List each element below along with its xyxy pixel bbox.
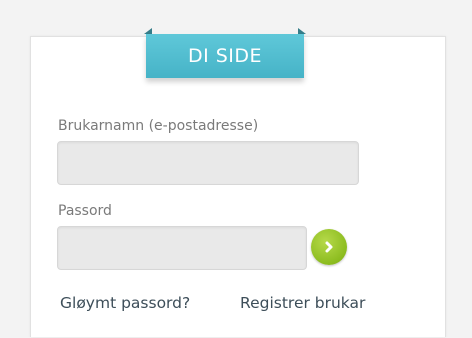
username-label: Brukarnamn (e-postadresse): [58, 118, 259, 134]
register-link[interactable]: Registrer brukar: [240, 294, 365, 312]
chevron-right-icon: [325, 241, 333, 253]
submit-button[interactable]: [311, 229, 347, 265]
forgot-password-link[interactable]: Gløymt passord?: [60, 294, 190, 312]
login-panel: [30, 36, 446, 337]
username-field[interactable]: [57, 141, 359, 185]
page-title: DI SIDE: [146, 34, 304, 78]
header-ribbon: DI SIDE: [144, 28, 306, 78]
password-label: Passord: [58, 203, 112, 219]
password-field[interactable]: [57, 226, 307, 270]
